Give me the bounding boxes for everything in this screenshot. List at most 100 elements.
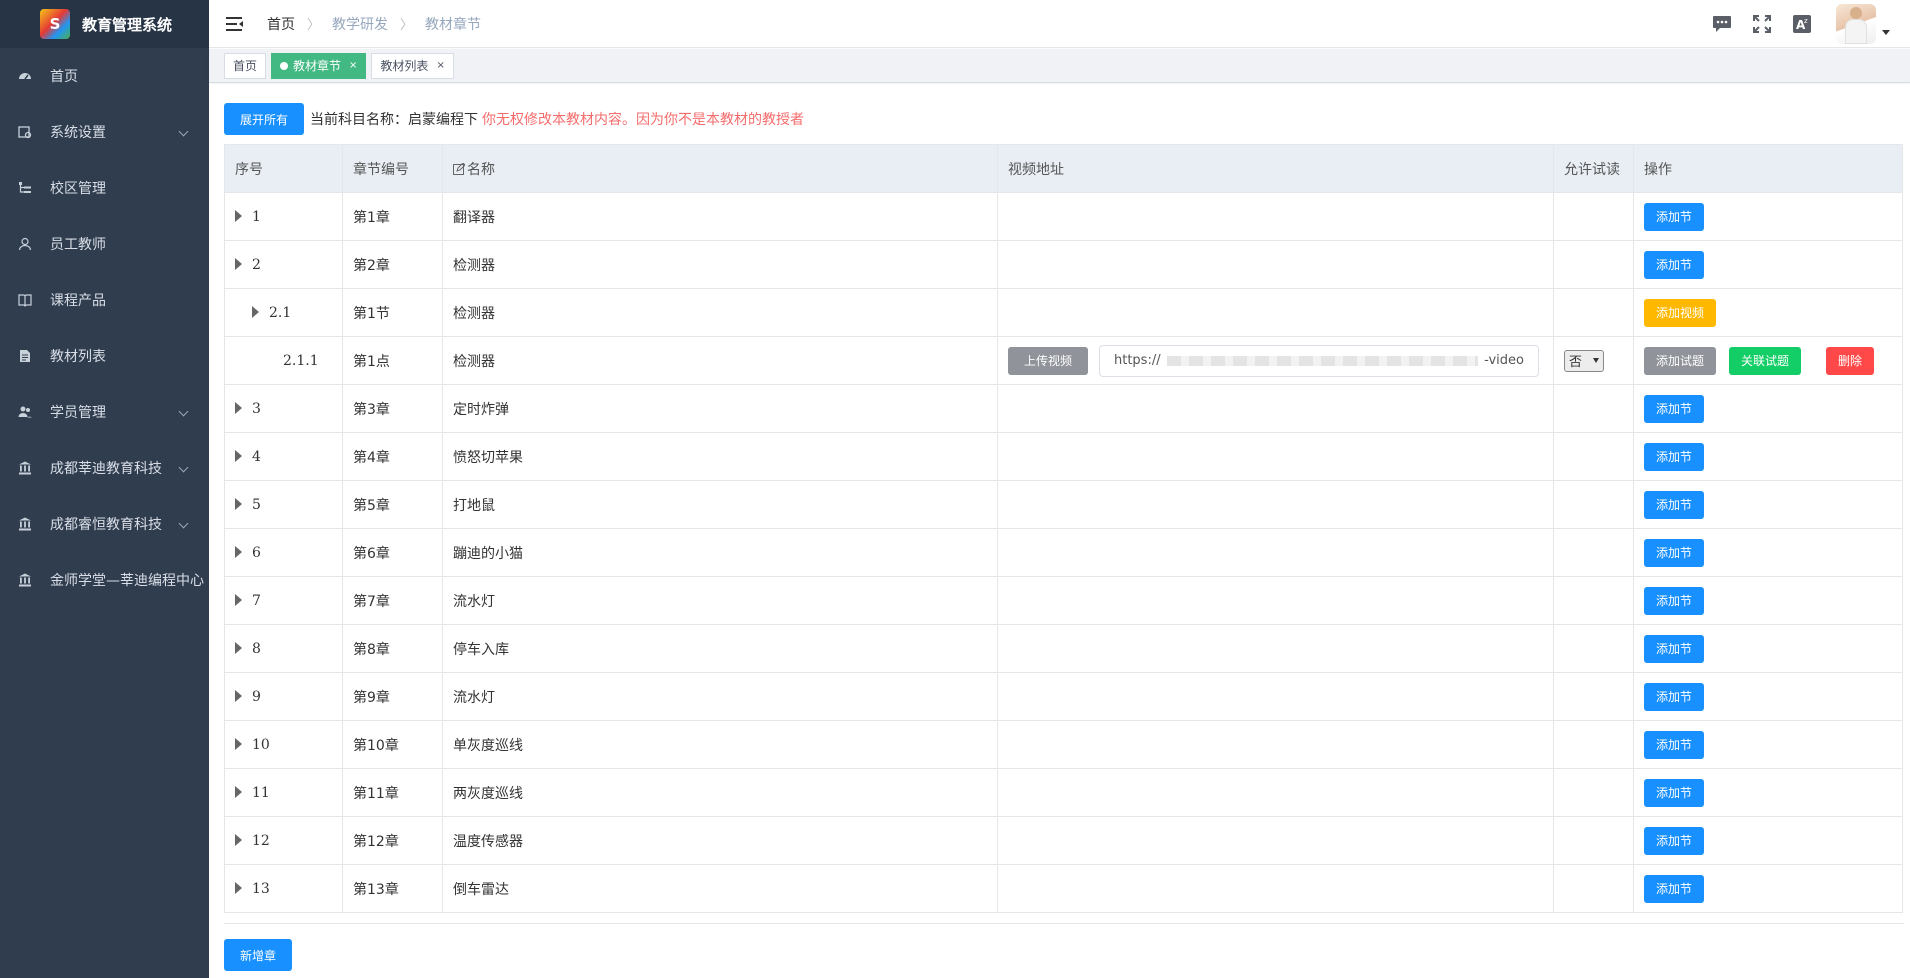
- hamburger-icon[interactable]: [226, 16, 244, 31]
- table-row: 10 第10章 单灰度巡线 添加节: [224, 720, 1903, 769]
- expand-arrow-icon[interactable]: [235, 641, 242, 654]
- add-section-button[interactable]: 添加节: [1644, 586, 1705, 615]
- sidebar: S 教育管理系统 首页系统设置 校区管理员工教师课程产品 教材列表学员管理成都莘迪教…: [0, 0, 209, 978]
- tag-label: 教材列表: [380, 58, 429, 73]
- expand-arrow-icon[interactable]: [235, 209, 242, 222]
- chapter-name-cell: 愤怒切苹果: [442, 432, 998, 481]
- expand-arrow-icon[interactable]: [235, 785, 242, 798]
- user-icon: [18, 237, 32, 251]
- chapter-table: 序号 章节编号 名称 视频地址 允许试读 操作 1 第1章 翻译器 添加节 2 第2章 检测…: [224, 144, 1903, 913]
- expand-arrow-icon[interactable]: [235, 593, 242, 606]
- message-icon[interactable]: [1712, 14, 1732, 34]
- add-video-button[interactable]: 添加视频: [1644, 298, 1717, 327]
- actions-cell: 添加节: [1633, 432, 1903, 481]
- trial-select[interactable]: 否: [1564, 349, 1604, 372]
- chapter-code-cell: 第3章: [342, 384, 443, 433]
- trial-cell: [1553, 624, 1634, 673]
- expand-arrow-icon[interactable]: [235, 497, 242, 510]
- expand-arrow-icon[interactable]: [235, 545, 242, 558]
- seq-cell: 12: [224, 816, 343, 865]
- expand-all-button[interactable]: 展开所有: [224, 103, 304, 135]
- sidebar-item-7[interactable]: 成都莘迪教育科技: [0, 440, 209, 496]
- sidebar-item-4[interactable]: 课程产品: [0, 272, 209, 328]
- video-url-cell: [997, 432, 1554, 481]
- tag-0[interactable]: 首页: [224, 52, 267, 79]
- svg-text:z: z: [1804, 17, 1808, 25]
- breadcrumb-home[interactable]: 首页: [267, 14, 295, 34]
- breadcrumb-separator: 〉: [400, 18, 414, 33]
- sidebar-item-label: 学员管理: [50, 405, 106, 421]
- expand-arrow-icon[interactable]: [235, 257, 242, 270]
- trial-cell: [1553, 384, 1634, 433]
- expand-arrow-icon[interactable]: [235, 689, 242, 702]
- sidebar-item-1[interactable]: 系统设置: [0, 104, 209, 160]
- expand-arrow-icon[interactable]: [235, 449, 242, 462]
- chevron-down-icon: [178, 518, 189, 529]
- actions-cell: 添加节: [1633, 240, 1903, 289]
- actions-cell: 添加节: [1633, 528, 1903, 577]
- trial-cell: [1553, 528, 1634, 577]
- expand-arrow-icon[interactable]: [235, 881, 242, 894]
- video-url-redacted: [1166, 355, 1479, 366]
- close-icon[interactable]: ×: [349, 54, 357, 78]
- tag-2[interactable]: 教材列表 ×: [371, 52, 454, 79]
- add-section-button[interactable]: 添加节: [1644, 250, 1705, 279]
- close-icon[interactable]: ×: [436, 54, 444, 78]
- upload-video-button[interactable]: 上传视频: [1008, 346, 1088, 375]
- add-section-button[interactable]: 添加节: [1644, 442, 1705, 471]
- sidebar-item-8[interactable]: 成都睿恒教育科技: [0, 496, 209, 552]
- sidebar-item-label: 成都睿恒教育科技: [50, 517, 162, 533]
- add-section-button[interactable]: 添加节: [1644, 730, 1705, 759]
- delete-button[interactable]: 删除: [1826, 346, 1875, 375]
- caret-down-icon[interactable]: [1882, 29, 1890, 35]
- table-row: 13 第13章 倒车雷达 添加节: [224, 864, 1903, 913]
- breadcrumb-current: 教材章节: [425, 16, 482, 33]
- tag-1[interactable]: 教材章节 ×: [271, 52, 367, 79]
- sidebar-item-0[interactable]: 首页: [0, 48, 209, 104]
- seq-cell: 6: [224, 528, 343, 577]
- add-section-button[interactable]: 添加节: [1644, 490, 1705, 519]
- link-question-button[interactable]: 关联试题: [1729, 346, 1802, 375]
- app-logo: S: [40, 9, 70, 39]
- actions-cell: 添加节: [1633, 672, 1903, 721]
- expand-arrow-icon[interactable]: [235, 401, 242, 414]
- add-section-button[interactable]: 添加节: [1644, 202, 1705, 231]
- add-section-button[interactable]: 添加节: [1644, 874, 1705, 903]
- sidebar-item-label: 首页: [50, 69, 78, 85]
- video-url-input[interactable]: https:// -video: [1099, 344, 1539, 377]
- trial-cell: 否: [1553, 336, 1634, 385]
- expand-arrow-icon[interactable]: [252, 305, 259, 318]
- seq-number: 5: [252, 496, 261, 513]
- add-section-button[interactable]: 添加节: [1644, 826, 1705, 855]
- column-header-actions: 操作: [1633, 144, 1903, 193]
- add-section-button[interactable]: 添加节: [1644, 634, 1705, 663]
- expand-arrow-icon[interactable]: [235, 833, 242, 846]
- sidebar-item-5[interactable]: 教材列表: [0, 328, 209, 384]
- add-section-button[interactable]: 添加节: [1644, 682, 1705, 711]
- expand-arrow-icon[interactable]: [235, 737, 242, 750]
- actions-group: 添加节: [1644, 538, 1902, 567]
- fullscreen-icon[interactable]: [1752, 14, 1772, 34]
- breadcrumb-research[interactable]: 教学研发: [332, 14, 388, 34]
- actions-group: 添加节: [1644, 490, 1902, 519]
- brand[interactable]: S 教育管理系统: [0, 0, 209, 48]
- sidebar-item-3[interactable]: 员工教师: [0, 216, 209, 272]
- sidebar-item-9[interactable]: 金师学堂—莘迪编程中心: [0, 552, 209, 608]
- font-size-icon[interactable]: Az: [1792, 14, 1812, 34]
- caret-down-icon: [1593, 358, 1599, 363]
- add-section-button[interactable]: 添加节: [1644, 778, 1705, 807]
- sidebar-item-label: 员工教师: [50, 237, 106, 253]
- add-question-button[interactable]: 添加试题: [1644, 346, 1717, 375]
- actions-cell: 添加试题 关联试题 删除: [1633, 336, 1903, 385]
- sidebar-item-2[interactable]: 校区管理: [0, 160, 209, 216]
- avatar[interactable]: [1836, 4, 1876, 44]
- chapter-table-wrapper[interactable]: 序号 章节编号 名称 视频地址 允许试读 操作 1 第1章 翻译器 添加节 2 第2章 检测…: [224, 144, 1904, 924]
- chapter-name-cell: 两灰度巡线: [442, 768, 998, 817]
- add-chapter-button[interactable]: 新增章: [224, 939, 292, 971]
- chapter-code-cell: 第1节: [342, 288, 443, 337]
- chapter-code-cell: 第1章: [342, 192, 443, 241]
- add-section-button[interactable]: 添加节: [1644, 538, 1705, 567]
- seq-cell: 4: [224, 432, 343, 481]
- sidebar-item-6[interactable]: 学员管理: [0, 384, 209, 440]
- add-section-button[interactable]: 添加节: [1644, 394, 1705, 423]
